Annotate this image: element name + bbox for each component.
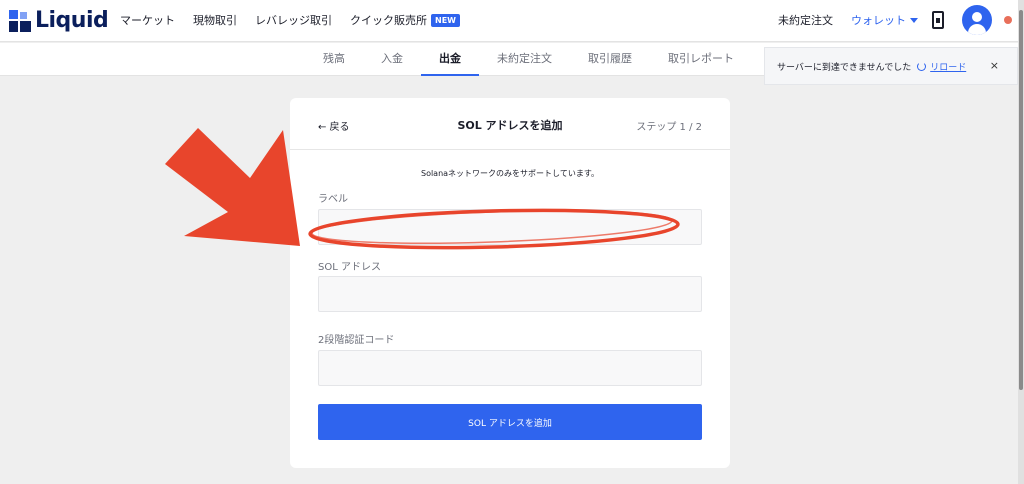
add-address-card: ← 戻る SOL アドレスを追加 ステップ 1 / 2 Solanaネットワーク… (290, 98, 730, 468)
close-icon[interactable]: × (990, 59, 999, 72)
card-header: ← 戻る SOL アドレスを追加 ステップ 1 / 2 (290, 98, 730, 150)
page-scrollbar[interactable] (1018, 0, 1024, 484)
account-tabs: 残高 入金 出金 未約定注文 取引履歴 取引レポート (305, 43, 752, 76)
tab-withdraw[interactable]: 出金 (421, 43, 479, 76)
nav-spot-trading[interactable]: 現物取引 (193, 12, 237, 28)
label-input[interactable] (318, 209, 702, 245)
right-nav: 未約定注文 ウォレット (778, 4, 1012, 36)
sol-address-label: SOL アドレス (318, 262, 381, 273)
nav-quick-exchange[interactable]: クイック販売所 NEW (350, 12, 460, 28)
tab-trade-history[interactable]: 取引履歴 (570, 43, 650, 76)
tab-deposit[interactable]: 入金 (363, 43, 421, 76)
open-orders-link[interactable]: 未約定注文 (778, 12, 833, 28)
tab-trade-report[interactable]: 取引レポート (650, 43, 752, 76)
brand-name: Liquid (35, 8, 109, 33)
main-nav: マーケット 現物取引 レバレッジ取引 クイック販売所 NEW (120, 12, 478, 28)
twofa-label: 2段階認証コード (318, 335, 395, 346)
user-avatar-icon[interactable] (962, 5, 992, 35)
wallet-dropdown[interactable]: ウォレット (851, 12, 918, 28)
step-indicator: ステップ 1 / 2 (636, 122, 702, 133)
scrollbar-thumb[interactable] (1019, 10, 1023, 390)
sol-address-input[interactable] (318, 276, 702, 312)
chevron-down-icon (910, 17, 918, 23)
reload-icon[interactable] (917, 61, 927, 71)
brand-logo[interactable]: Liquid (8, 8, 109, 33)
reload-link[interactable]: リロード (930, 60, 966, 73)
wallet-label: ウォレット (851, 14, 906, 27)
notice-text: サーバーに到達できませんでした (777, 62, 912, 73)
nav-market[interactable]: マーケット (120, 12, 175, 28)
tab-open-orders[interactable]: 未約定注文 (479, 43, 570, 76)
connection-error-notice: サーバーに到達できませんでした リロード × (764, 47, 1018, 85)
network-support-note: Solanaネットワークのみをサポートしています。 (420, 169, 600, 178)
twofa-code-input[interactable] (318, 350, 702, 386)
nav-quick-exchange-label: クイック販売所 (350, 14, 427, 27)
liquid-logo-icon (9, 9, 31, 32)
new-badge: NEW (431, 14, 460, 27)
nav-leverage-trading[interactable]: レバレッジ取引 (255, 12, 332, 28)
label-field-label: ラベル (318, 194, 348, 205)
top-navbar: Liquid マーケット 現物取引 レバレッジ取引 クイック販売所 NEW 未約定… (0, 0, 1018, 42)
status-dot (1004, 16, 1012, 24)
mobile-app-icon[interactable] (932, 11, 944, 29)
tab-balance[interactable]: 残高 (305, 43, 363, 76)
annotation-arrow (165, 128, 300, 246)
add-sol-address-button[interactable]: SOL アドレスを追加 (318, 404, 702, 440)
